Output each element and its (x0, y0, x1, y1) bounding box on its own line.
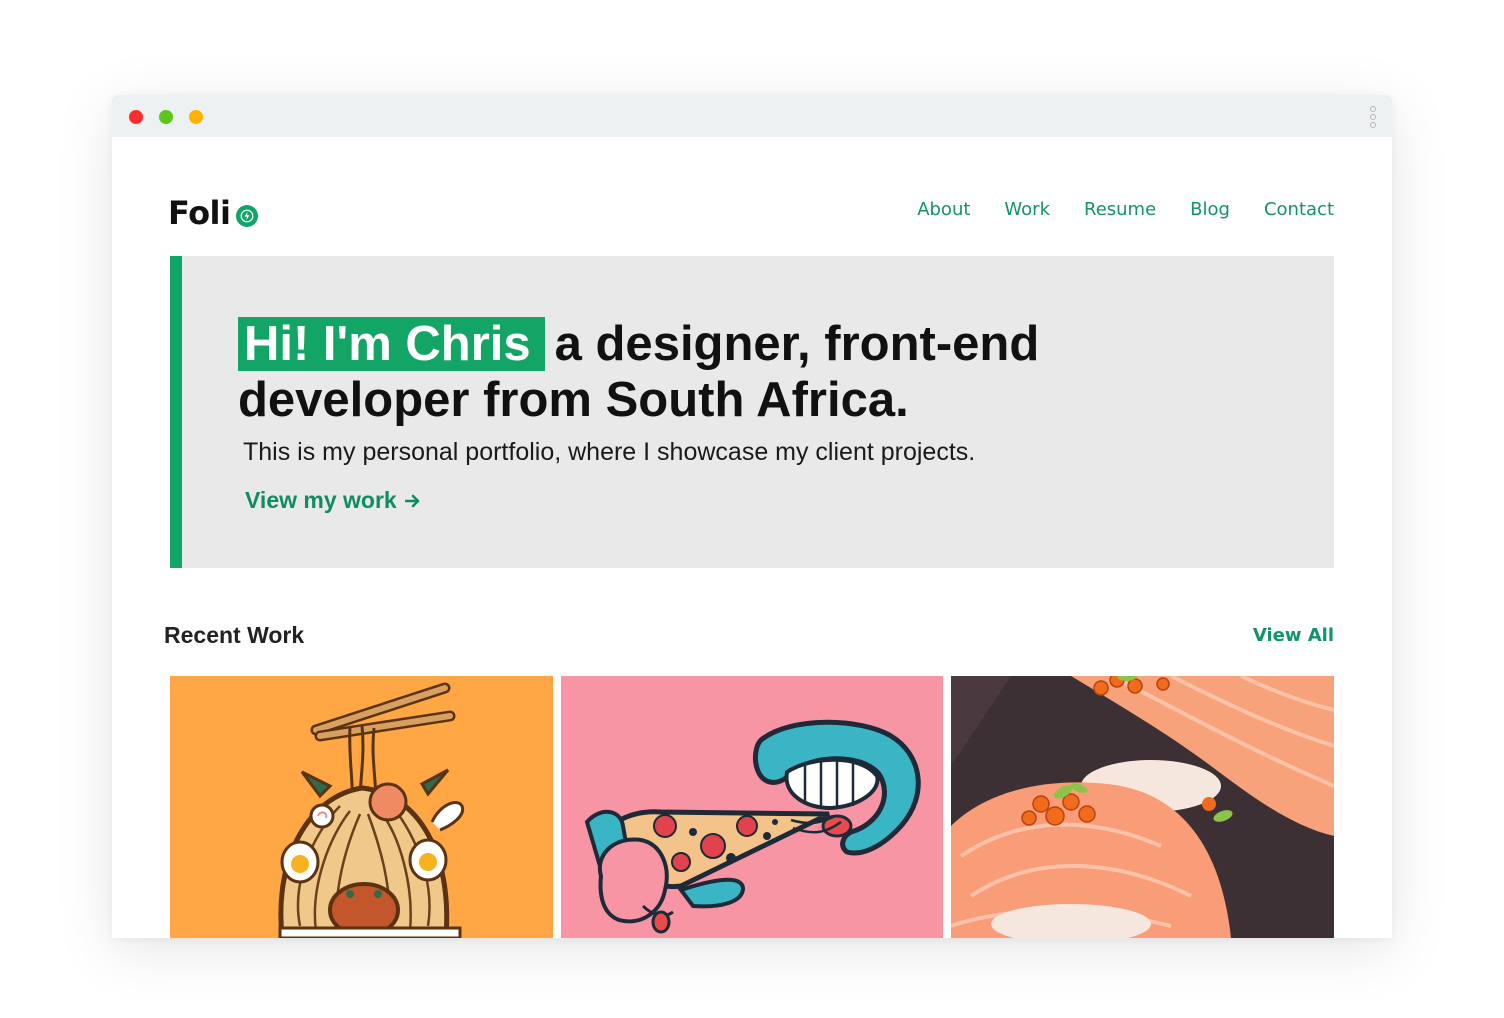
lightning-bolt-icon (236, 205, 259, 227)
arrow-right-icon (404, 494, 420, 507)
view-all-link[interactable]: View All (1253, 625, 1334, 646)
salmon-sushi-illustration (951, 676, 1335, 938)
view-my-work-label: View my work (245, 487, 397, 513)
main-navigation: About Work Resume Blog Contact (917, 199, 1334, 220)
logo-text: Foli (168, 194, 231, 232)
work-card-ramen[interactable] (170, 676, 553, 938)
nav-contact-link[interactable]: Contact (1264, 199, 1334, 220)
browser-titlebar (112, 95, 1392, 137)
more-options-icon[interactable] (1370, 106, 1378, 128)
view-my-work-link[interactable]: View my work (245, 487, 421, 514)
hero-name-highlight: Hi! I'm Chris (238, 317, 545, 371)
browser-window: Foli About Work Resume Blog Contact Hi! … (112, 95, 1392, 938)
nav-blog-link[interactable]: Blog (1190, 199, 1230, 220)
hero-title: Hi! I'm Chris a designer, front-end devel… (238, 316, 1118, 428)
recent-work-grid (170, 676, 1335, 938)
nav-resume-link[interactable]: Resume (1084, 199, 1156, 220)
nav-work-link[interactable]: Work (1004, 199, 1050, 220)
nav-about-link[interactable]: About (917, 199, 970, 220)
close-window-button[interactable] (129, 110, 143, 124)
pizza-mouth-illustration (560, 676, 944, 938)
work-card-pizza[interactable] (560, 676, 944, 938)
hero-banner: Hi! I'm Chris a designer, front-end devel… (170, 256, 1334, 568)
minimize-window-button[interactable] (189, 110, 203, 124)
hero-subtitle: This is my personal portfolio, where I s… (243, 438, 976, 466)
work-card-sushi[interactable] (951, 676, 1335, 938)
ramen-illustration (170, 676, 553, 938)
recent-work-title: Recent Work (164, 622, 305, 648)
site-logo[interactable]: Foli (168, 193, 259, 233)
maximize-window-button[interactable] (159, 110, 173, 124)
